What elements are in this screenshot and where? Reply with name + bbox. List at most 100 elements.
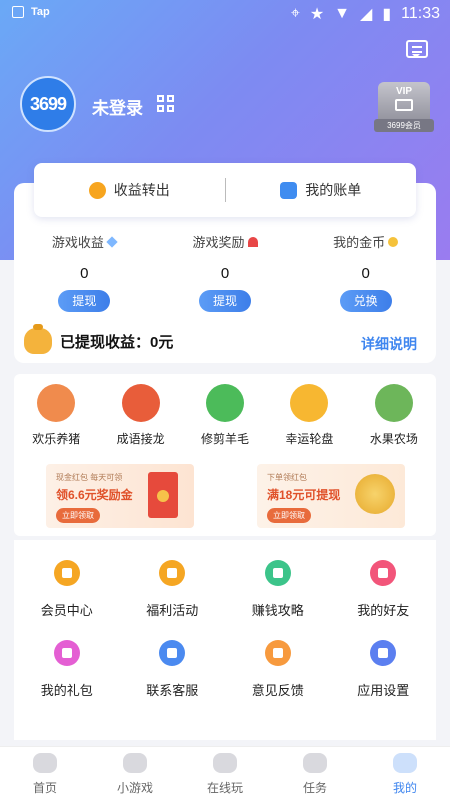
menu-row: 会员中心 福利活动 赚钱攻略 我的好友 [14, 560, 436, 619]
activity-icon [159, 560, 186, 586]
transfer-icon [88, 181, 106, 199]
red-envelope-icon [247, 236, 258, 247]
notification-label: Tap [31, 6, 50, 18]
menu-label: 赚钱攻略 [251, 603, 304, 618]
sheep-icon [206, 384, 245, 422]
banner-title: 领6.6元奖励金 [56, 488, 133, 502]
menu-label: 福利活动 [146, 603, 199, 618]
detail-link[interactable]: 详细说明 [361, 334, 417, 354]
gift-icon [290, 384, 329, 422]
feedback-icon [264, 640, 291, 666]
banner-small-text: 下单领红包 [267, 473, 307, 482]
gold-coins-icon [355, 474, 395, 514]
order-red-envelope-banner[interactable]: 下单领红包 满18元可提现 立即领取 [257, 464, 405, 528]
game-shear-wool[interactable]: 修剪羊毛 [183, 384, 267, 447]
qr-code-icon[interactable] [157, 95, 175, 113]
tab-label: 小游戏 [116, 781, 153, 795]
banner-claim-button[interactable]: 立即领取 [267, 508, 311, 523]
tab-label: 任务 [302, 781, 327, 795]
stats-row: 游戏收益 0 提现 游戏奖励 0 提现 我的金币 0 兑换 [14, 232, 436, 312]
home-icon [33, 753, 57, 773]
transfer-bar: 收益转出 我的账单 [34, 163, 416, 217]
exchange-button[interactable]: 兑换 [339, 290, 392, 312]
tab-label: 在线玩 [206, 781, 243, 795]
status-indicators: ⌖ ★ ▼ ◢ ▮ 11:33 [291, 4, 440, 24]
avatar[interactable]: 3699 [20, 76, 76, 132]
tab-label: 我的 [392, 781, 417, 795]
tv-icon [395, 99, 413, 111]
stat-game-earnings: 游戏收益 0 提现 [14, 232, 155, 312]
game-label: 修剪羊毛 [201, 432, 250, 446]
stat-title: 我的金币 [333, 235, 386, 250]
coin-icon [388, 236, 399, 247]
game-happy-pig[interactable]: 欢乐养猪 [14, 384, 98, 447]
withdrawn-earnings: 已提现收益：0元 [24, 324, 174, 354]
gamepad-icon [123, 753, 147, 773]
battery-icon: ▮ [382, 6, 392, 23]
stat-title: 游戏收益 [51, 235, 104, 250]
bottom-tab-bar: 首页 小游戏 在线玩 任务 我的 [0, 746, 450, 800]
clock: 11:33 [401, 5, 440, 22]
menu-label: 我的好友 [357, 603, 410, 618]
tree-icon [374, 384, 413, 422]
tab-tasks[interactable]: 任务 [270, 747, 360, 800]
my-friends-button[interactable]: 我的好友 [331, 560, 437, 619]
games-row: 欢乐养猪 成语接龙 修剪羊毛 幸运轮盘 水果农场 [14, 384, 436, 447]
game-fruit-farm[interactable]: 水果农场 [352, 384, 436, 447]
banner-title: 满18元可提现 [267, 488, 341, 502]
my-gift-pack-button[interactable]: 我的礼包 [14, 640, 120, 699]
member-center-button[interactable]: 会员中心 [14, 560, 120, 619]
app-settings-button[interactable]: 应用设置 [331, 640, 437, 699]
game-lucky-wheel[interactable]: 幸运轮盘 [267, 384, 351, 447]
gift-icon [53, 640, 80, 666]
book-icon [264, 560, 291, 586]
message-icon[interactable] [406, 40, 428, 58]
tab-home[interactable]: 首页 [0, 747, 90, 800]
vip-badge[interactable]: VIP 3699会员 [374, 82, 434, 132]
vip-label: VIP [395, 86, 413, 97]
stat-title: 游戏奖励 [192, 235, 245, 250]
menu-label: 应用设置 [357, 683, 410, 698]
diamond-icon [106, 235, 118, 248]
location-icon: ⌖ [290, 5, 300, 22]
star-icon: ★ [309, 6, 325, 23]
my-bill-label: 我的账单 [305, 182, 362, 198]
settings-icon [370, 640, 397, 666]
game-label: 成语接龙 [116, 432, 165, 446]
tab-mine[interactable]: 我的 [360, 747, 450, 800]
stat-value: 0 [80, 265, 89, 282]
cash-red-envelope-banner[interactable]: 现金红包 每天可领 领6.6元奖励金 立即领取 [46, 464, 194, 528]
menu-row: 我的礼包 联系客服 意见反馈 应用设置 [14, 640, 436, 699]
withdraw-button[interactable]: 提现 [58, 290, 111, 312]
tab-play-online[interactable]: 在线玩 [180, 747, 270, 800]
bill-icon [280, 181, 298, 199]
wifi-icon: ▼ [334, 5, 351, 22]
crown-icon [53, 560, 80, 586]
earning-guide-button[interactable]: 赚钱攻略 [225, 560, 331, 619]
login-link[interactable]: 未登录 [92, 94, 143, 119]
withdraw-button[interactable]: 提现 [199, 290, 251, 312]
stat-value: 0 [220, 265, 230, 282]
game-label: 幸运轮盘 [285, 432, 334, 446]
task-icon [303, 753, 327, 773]
tab-label: 首页 [32, 781, 57, 795]
stat-game-rewards: 游戏奖励 0 提现 [155, 232, 296, 312]
menu-label: 联系客服 [146, 683, 199, 698]
game-label: 水果农场 [369, 432, 418, 446]
banner-small-text: 现金红包 每天可领 [56, 473, 123, 482]
game-label: 欢乐养猪 [32, 432, 81, 446]
vip-membership-label: 3699会员 [374, 119, 434, 132]
my-bill-button[interactable]: 我的账单 [226, 180, 417, 200]
welfare-activity-button[interactable]: 福利活动 [120, 560, 226, 619]
withdrawn-text: 已提现收益：0元 [60, 333, 174, 351]
banner-claim-button[interactable]: 立即领取 [56, 508, 100, 523]
red-envelope-icon [148, 472, 178, 518]
status-bar: Tap ⌖ ★ ▼ ◢ ▮ 11:33 [0, 0, 450, 26]
customer-service-button[interactable]: 联系客服 [120, 640, 226, 699]
earnings-transfer-button[interactable]: 收益转出 [34, 180, 225, 200]
tab-mini-games[interactable]: 小游戏 [90, 747, 180, 800]
game-idiom-chain[interactable]: 成语接龙 [98, 384, 182, 447]
user-icon [370, 560, 397, 586]
pig-icon [37, 384, 76, 422]
feedback-button[interactable]: 意见反馈 [225, 640, 331, 699]
